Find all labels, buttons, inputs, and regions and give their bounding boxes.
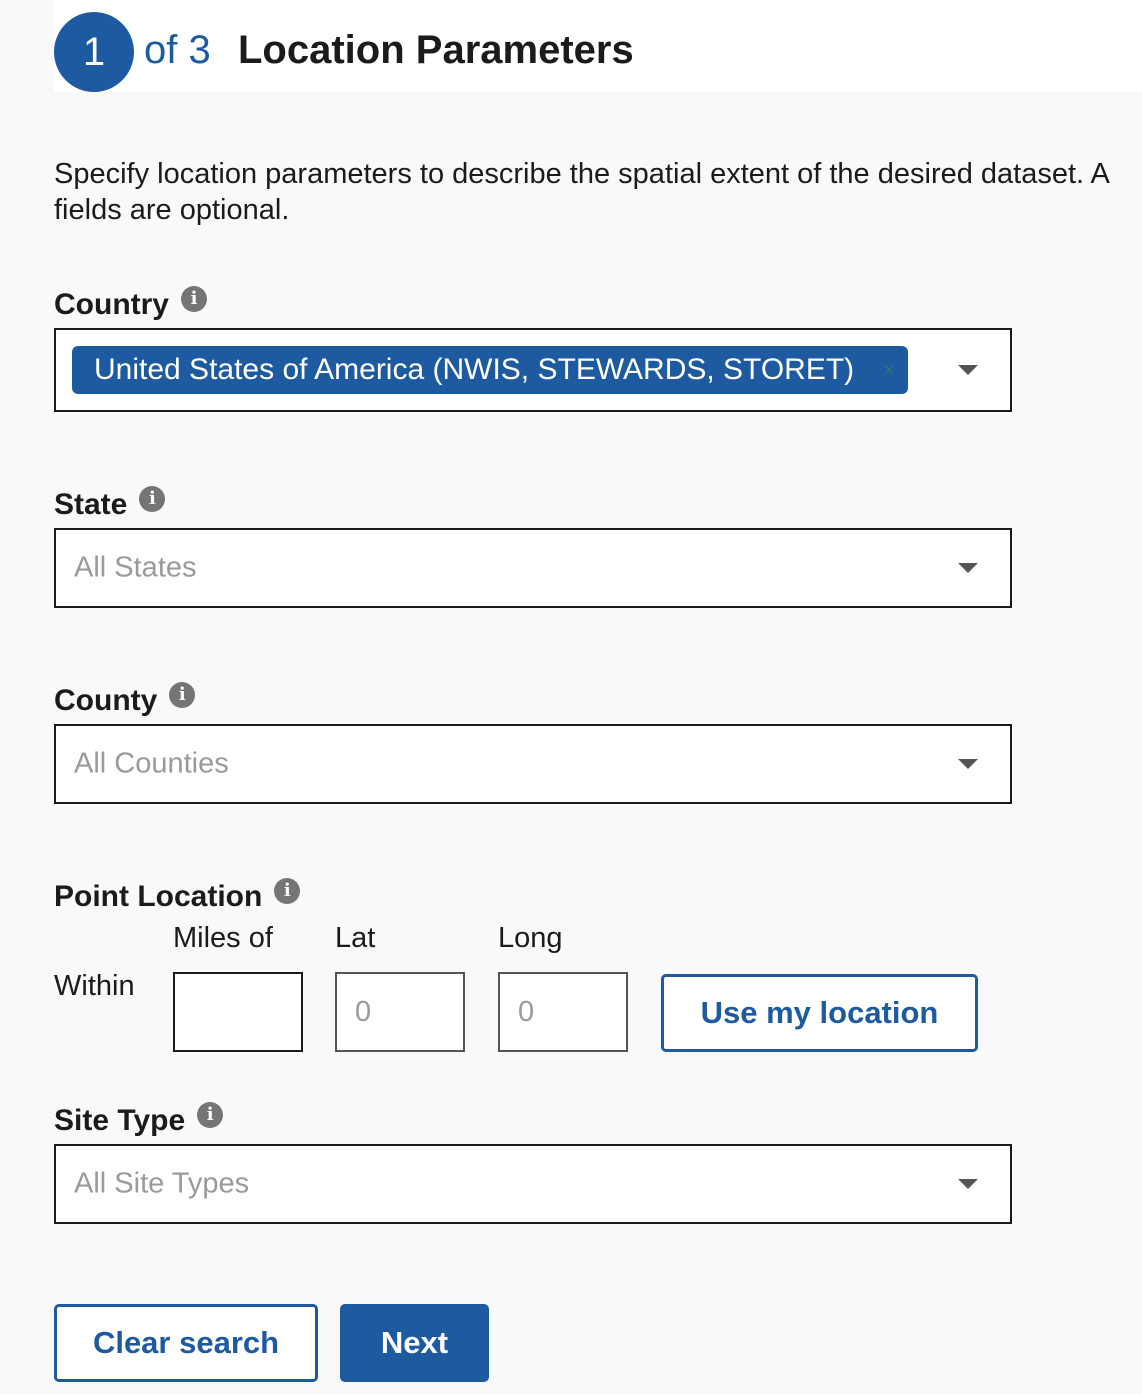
lat-label: Lat <box>335 922 376 954</box>
country-label-text: Country <box>54 288 169 321</box>
lat-input[interactable]: 0 <box>335 972 465 1052</box>
country-select[interactable]: United States of America (NWIS, STEWARDS… <box>54 328 1012 412</box>
site-type-label-text: Site Type <box>54 1104 186 1137</box>
clear-search-button[interactable]: Clear search <box>54 1304 318 1382</box>
site-type-label: Site Type i <box>54 1102 224 1138</box>
site-type-placeholder: All Site Types <box>74 1167 250 1200</box>
page-title: Location Parameters <box>238 28 634 72</box>
use-my-location-button[interactable]: Use my location <box>661 974 978 1052</box>
country-selected-value: United States of America (NWIS, STEWARDS… <box>94 353 855 386</box>
info-icon[interactable]: i <box>181 286 207 312</box>
chevron-down-icon[interactable] <box>958 759 978 769</box>
chevron-down-icon[interactable] <box>958 365 978 375</box>
miles-label: Miles of <box>173 922 273 954</box>
info-icon[interactable]: i <box>274 878 301 904</box>
county-label: County i <box>54 682 196 718</box>
info-icon[interactable]: i <box>139 486 166 512</box>
description-line-2: fields are optional. <box>54 194 290 226</box>
state-label: State i <box>54 486 166 522</box>
county-label-text: County <box>54 684 158 717</box>
info-icon[interactable]: i <box>169 682 196 708</box>
chevron-down-icon[interactable] <box>958 1179 978 1189</box>
info-icon[interactable]: i <box>197 1102 224 1128</box>
miles-input[interactable] <box>173 972 303 1052</box>
within-label: Within <box>54 970 135 1002</box>
chevron-down-icon[interactable] <box>958 563 978 573</box>
state-select[interactable]: All States <box>54 528 1012 608</box>
state-label-text: State <box>54 488 128 521</box>
next-button[interactable]: Next <box>340 1304 489 1382</box>
step-count: of 3 <box>144 28 211 72</box>
country-selected-chip: United States of America (NWIS, STEWARDS… <box>72 346 909 394</box>
close-icon[interactable]: × <box>884 346 895 394</box>
form-description: Specify location parameters to describe … <box>54 156 1142 228</box>
county-select[interactable]: All Counties <box>54 724 1012 804</box>
state-placeholder: All States <box>74 551 197 584</box>
step-number-badge: 1 <box>54 12 134 92</box>
description-line-1: Specify location parameters to describe … <box>54 158 1110 190</box>
point-location-label: Point Location i <box>54 878 301 914</box>
long-label: Long <box>498 922 563 954</box>
country-label: Country i <box>54 286 207 322</box>
point-location-label-text: Point Location <box>54 880 263 913</box>
county-placeholder: All Counties <box>74 747 229 780</box>
site-type-select[interactable]: All Site Types <box>54 1144 1012 1224</box>
long-input[interactable]: 0 <box>498 972 628 1052</box>
